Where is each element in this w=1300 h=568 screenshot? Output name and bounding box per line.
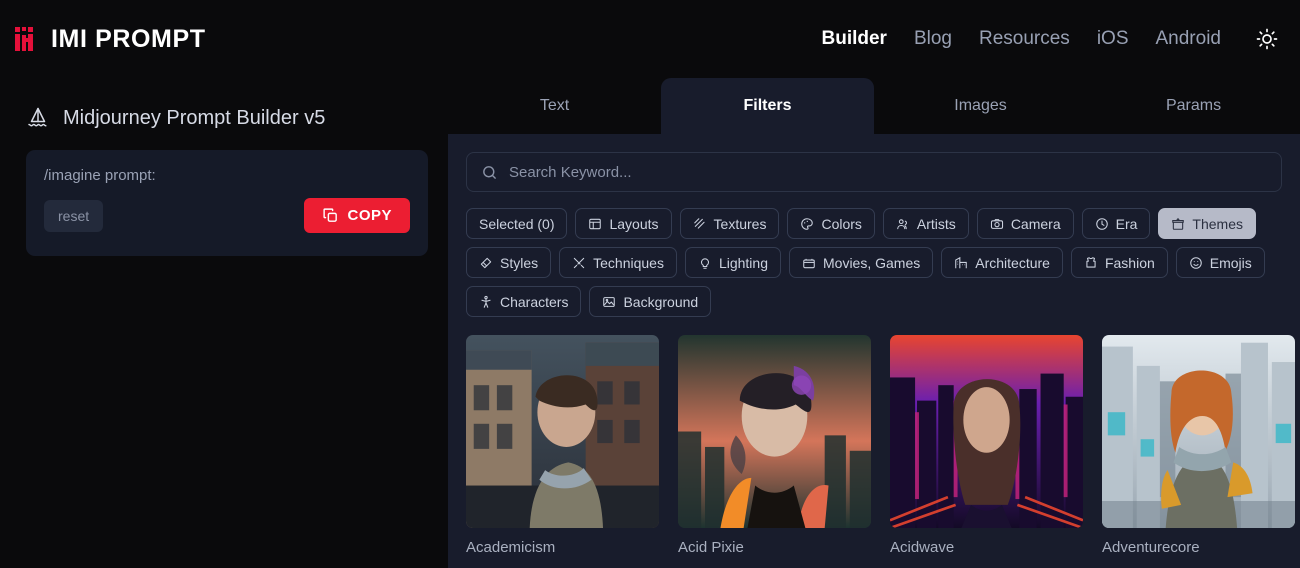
clapper-icon [802,256,816,270]
tab-images[interactable]: Images [874,78,1087,134]
chip-era[interactable]: Era [1081,208,1151,239]
chip-label: Lighting [718,254,768,271]
chip-label: Artists [916,215,956,232]
basket-icon [1171,217,1185,231]
style-card[interactable]: Academicism [466,335,659,556]
layout-icon [588,217,602,231]
chip-label: Techniques [593,254,664,271]
style-card[interactable]: Adventurecore [1102,335,1295,556]
chip-colors[interactable]: Colors [787,208,875,239]
tab-bar: Text Filters Images Params [448,78,1300,134]
nav-item-builder[interactable]: Builder [822,28,887,50]
style-card-label: Adventurecore [1102,539,1200,556]
image-icon [602,295,616,309]
smiley-icon [1189,256,1203,270]
chip-textures[interactable]: Textures [679,208,780,239]
chip-label: Architecture [975,254,1050,271]
style-card[interactable]: Acidwave [890,335,1083,556]
chip-background[interactable]: Background [589,286,712,317]
app-root: IMI PROMPT Builder Blog Resources iOS An… [0,0,1300,568]
style-thumbnail [678,335,871,528]
chip-label: Camera [1010,215,1061,232]
shirt-icon [1084,256,1098,270]
page-title: Midjourney Prompt Builder v5 [63,106,326,129]
clock-icon [1095,217,1109,231]
imagine-prompt-label: /imagine prompt: [44,167,156,184]
chip-fashion[interactable]: Fashion [1070,247,1168,278]
copy-button-label: COPY [347,207,392,224]
search-input[interactable] [509,163,1267,181]
chip-label: Era [1115,215,1138,232]
chip-characters[interactable]: Characters [466,286,582,317]
style-thumbnail [890,335,1083,528]
bulb-icon [698,256,712,270]
left-pane: Midjourney Prompt Builder v5 /imagine pr… [0,78,448,568]
nav-item-blog[interactable]: Blog [914,28,952,50]
site-header: IMI PROMPT Builder Blog Resources iOS An… [0,0,1300,78]
copy-button[interactable]: COPY [304,198,410,233]
chip-artists[interactable]: Artists [882,208,969,239]
right-pane: Text Filters Images Params Selected (0) [448,78,1300,568]
style-card-label: Acidwave [890,539,955,556]
sailboat-icon [28,107,47,127]
chip-label: Colors [821,215,862,232]
person-icon [479,295,493,309]
chip-label: Textures [713,215,767,232]
nav-item-android[interactable]: Android [1156,28,1222,50]
chip-camera[interactable]: Camera [976,208,1074,239]
reset-button[interactable]: reset [44,199,104,232]
building-icon [954,256,968,270]
chip-layouts[interactable]: Layouts [575,208,672,239]
style-card[interactable]: Acid Pixie [678,335,871,556]
search-icon [483,165,496,179]
sun-icon[interactable] [1254,26,1280,52]
styles-icon [479,256,493,270]
prompt-actions: reset COPY [44,198,410,233]
chip-themes[interactable]: Themes [1158,208,1256,239]
chip-label: Movies, Games [823,254,921,271]
style-thumbnail [1102,335,1295,528]
tab-params[interactable]: Params [1087,78,1300,134]
texture-icon [693,217,707,231]
chip-label: Background [623,293,699,310]
chip-label: Themes [1192,215,1243,232]
tools-icon [572,256,586,270]
chip-label: Selected (0) [479,215,555,232]
chip-emojis[interactable]: Emojis [1175,247,1265,278]
style-card-grid: Academicism Acid Pixie Acidwave Adventur… [466,335,1295,556]
chip-movies-games[interactable]: Movies, Games [789,247,934,278]
chip-label: Styles [500,254,539,271]
nav-item-ios[interactable]: iOS [1097,28,1129,50]
chip-label: Characters [500,293,569,310]
chip-label: Fashion [1104,254,1155,271]
tab-filters[interactable]: Filters [661,78,874,134]
builder-title-row: Midjourney Prompt Builder v5 [26,96,428,140]
chip-styles[interactable]: Styles [466,247,552,278]
filters-panel: Selected (0) Layouts [448,134,1300,568]
users-icon [896,217,910,231]
chip-selected[interactable]: Selected (0) [466,208,568,239]
style-card-label: Acid Pixie [678,539,744,556]
main-nav: Builder Blog Resources iOS Android [822,26,1281,52]
filter-chip-group: Selected (0) Layouts Textures Colors Art… [466,208,1282,317]
search-bar[interactable] [466,152,1282,192]
chip-techniques[interactable]: Techniques [559,247,677,278]
chip-architecture[interactable]: Architecture [941,247,1063,278]
nav-item-resources[interactable]: Resources [979,28,1070,50]
style-thumbnail [466,335,659,528]
chip-label: Layouts [609,215,659,232]
copy-icon [323,208,338,222]
palette-icon [800,217,814,231]
imi-logo-icon [15,27,33,51]
prompt-card: /imagine prompt: reset COPY [26,150,428,256]
chip-label: Emojis [1209,254,1252,271]
style-card-label: Academicism [466,539,556,556]
chip-lighting[interactable]: Lighting [684,247,781,278]
body: Midjourney Prompt Builder v5 /imagine pr… [0,78,1300,568]
brand[interactable]: IMI PROMPT [14,25,206,54]
tab-text[interactable]: Text [448,78,661,134]
camera-icon [990,217,1004,231]
brand-text: IMI PROMPT [51,24,206,53]
